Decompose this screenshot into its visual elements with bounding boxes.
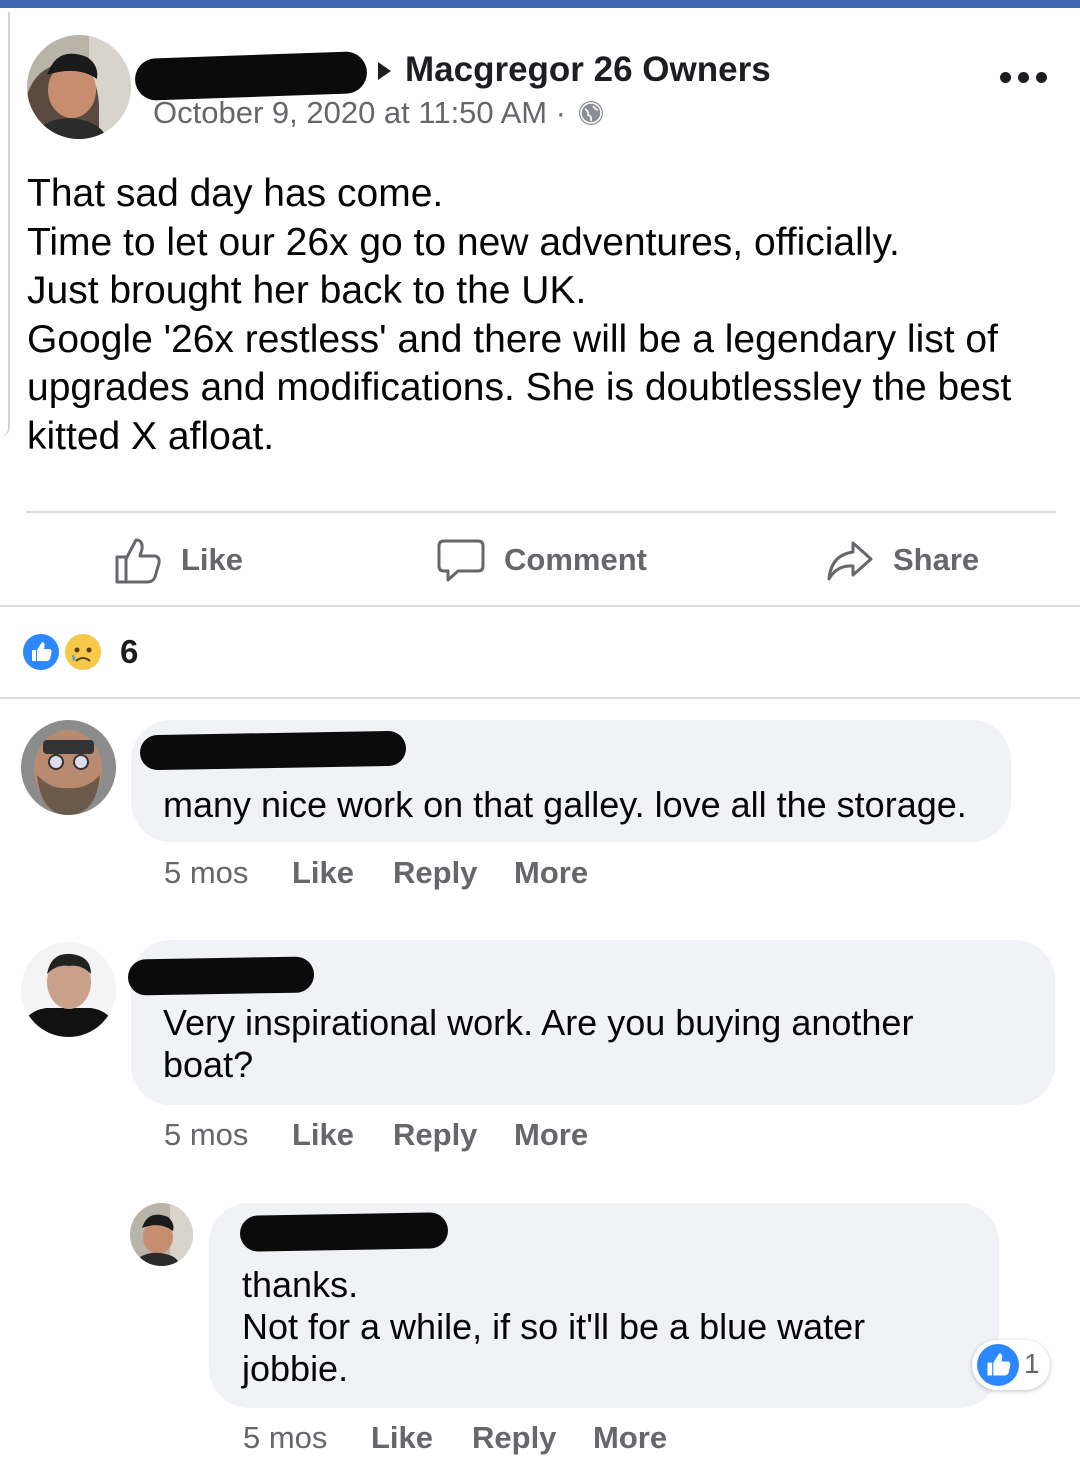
like-label: Like [181, 542, 244, 577]
comment-button[interactable]: Comment [436, 530, 647, 590]
reply-text: thanks. Not for a while, if so it'll be … [242, 1264, 865, 1390]
comment-line: many nice work on that galley. love all … [163, 784, 967, 825]
comment-line: thanks. [242, 1264, 359, 1305]
divider [26, 511, 1056, 513]
reply-reaction-count: 1 [1024, 1348, 1040, 1379]
sad-reaction-icon[interactable] [62, 631, 104, 673]
post-author-avatar[interactable] [27, 35, 131, 139]
comment-time[interactable]: 5 mos [243, 1420, 327, 1456]
comment-time[interactable]: 5 mos [164, 1117, 248, 1153]
share-icon [825, 535, 875, 585]
comment-like-button[interactable]: Like [371, 1420, 433, 1456]
group-name-link[interactable]: Macgregor 26 Owners [405, 50, 771, 90]
comment-reply-button[interactable]: Reply [472, 1420, 556, 1456]
like-reaction-icon [977, 1344, 1019, 1386]
comment-time[interactable]: 5 mos [164, 855, 248, 891]
comment-reply-button[interactable]: Reply [393, 1117, 477, 1153]
post-line: Time to let our 26x go to new adventures… [27, 220, 900, 264]
divider [0, 605, 1080, 607]
commenter-avatar[interactable] [21, 720, 116, 815]
share-label: Share [893, 542, 980, 577]
comment-like-button[interactable]: Like [292, 855, 354, 891]
thread-line [0, 12, 10, 437]
post-line: That sad day has come. [27, 172, 444, 215]
post-line: Google '26x restless' and there will be … [27, 317, 998, 361]
post-body: That sad day has come. Time to let our 2… [27, 170, 1067, 461]
post-line: Just brought her back to the UK. [27, 269, 587, 312]
comment-reply-button[interactable]: Reply [393, 855, 477, 891]
top-accent-bar [0, 0, 1080, 8]
thumbs-up-icon [113, 535, 163, 585]
comment-line: Not for a while, if so it'll be a blue w… [242, 1306, 866, 1347]
comment-line: jobbie. [242, 1348, 349, 1389]
post-timestamp[interactable]: October 9, 2020 at 11:50 AM · [153, 95, 566, 131]
comment-more-button[interactable]: More [514, 1117, 588, 1153]
like-button[interactable]: Like [113, 530, 243, 590]
divider [0, 697, 1080, 699]
comment-like-button[interactable]: Like [292, 1117, 354, 1153]
globe-icon [579, 101, 603, 125]
post-line: kitted X afloat. [27, 414, 275, 458]
comment-icon [436, 535, 486, 585]
comment-text: Very inspirational work. Are you buying … [163, 1002, 913, 1086]
redacted-commenter-name [139, 730, 407, 771]
commenter-avatar[interactable] [21, 942, 116, 1037]
like-reaction-icon[interactable] [20, 631, 62, 673]
comment-more-button[interactable]: More [593, 1420, 667, 1456]
reply-author-avatar[interactable] [130, 1203, 193, 1266]
reaction-count[interactable]: 6 [120, 633, 138, 671]
post-line: upgrades and modifications. She is doubt… [27, 366, 1012, 409]
share-button[interactable]: Share [825, 530, 979, 590]
post-options-icon[interactable] [1000, 72, 1047, 83]
comment-text: many nice work on that galley. love all … [163, 784, 967, 826]
comment-line: boat? [163, 1044, 254, 1085]
redacted-commenter-name [127, 956, 315, 996]
comment-more-button[interactable]: More [514, 855, 588, 891]
caret-right-icon [378, 62, 391, 80]
comment-line: Very inspirational work. Are you buying … [163, 1002, 914, 1043]
comment-label: Comment [504, 542, 647, 577]
redacted-author-name [134, 50, 368, 102]
redacted-reply-author-name [239, 1212, 449, 1252]
reply-reaction-badge[interactable]: 1 [972, 1340, 1050, 1390]
